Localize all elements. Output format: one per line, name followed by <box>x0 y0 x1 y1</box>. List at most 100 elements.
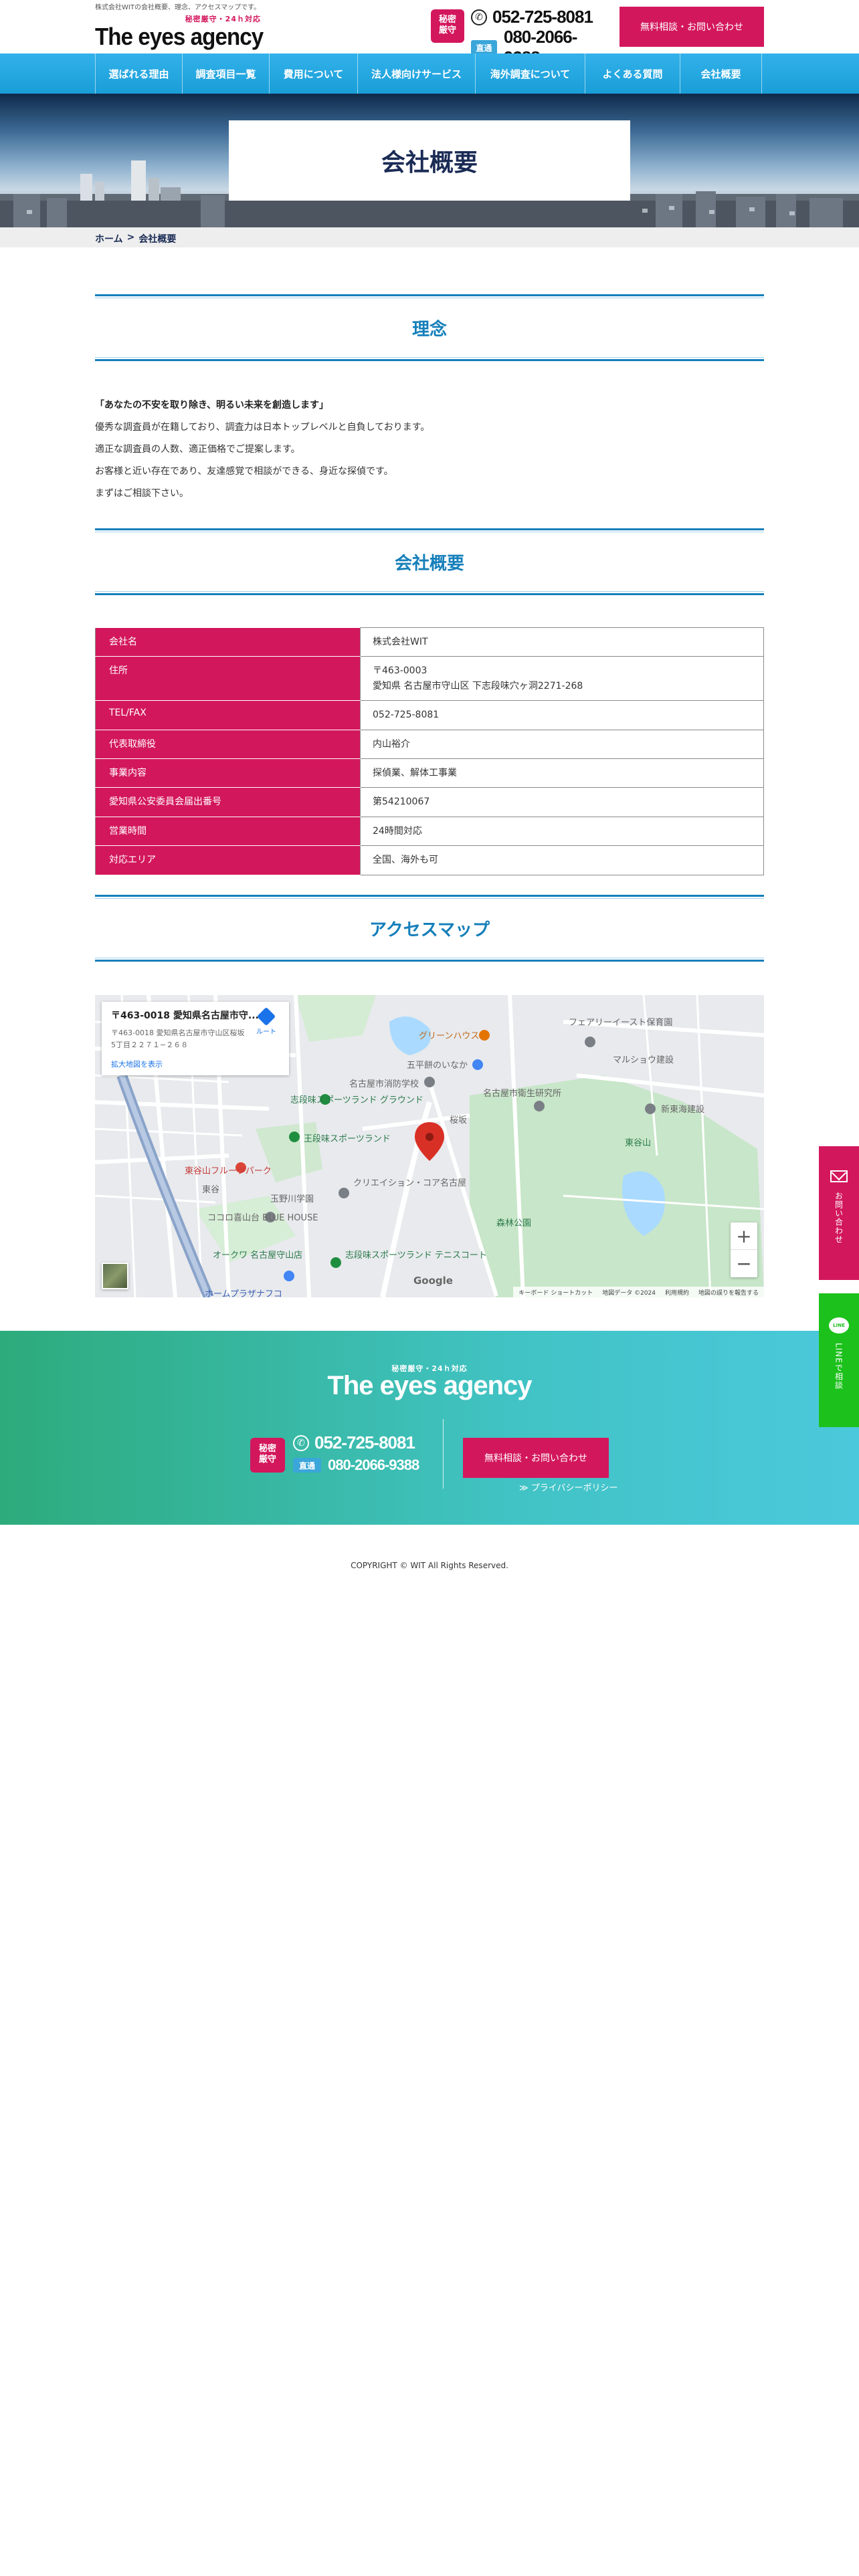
nav-item[interactable]: よくある質問 <box>585 53 680 94</box>
map-footer-text: 地図データ ©2024 <box>602 1290 656 1297</box>
breadcrumb-separator: > <box>126 232 135 243</box>
table-row: 対応エリア 全国、海外も可 <box>95 845 764 875</box>
map-label: グリーンハウス <box>419 1031 480 1041</box>
map-label: 志段味スポーツランド テニスコート <box>345 1251 487 1261</box>
footer-main-phone[interactable]: ✆ 052-725-8081 <box>293 1432 415 1453</box>
table-value: 第54210067 <box>360 787 764 817</box>
phone-icon: ✆ <box>293 1434 309 1451</box>
map-label: 東谷 <box>202 1185 220 1195</box>
line-icon: LINE <box>829 1317 849 1333</box>
footer-logo[interactable]: The eyes agency <box>0 1371 859 1401</box>
zoom-in-button[interactable]: + <box>731 1222 757 1250</box>
map-label: 東谷山フルーツパーク <box>185 1166 272 1176</box>
page-title: 会社概要 <box>381 149 478 177</box>
philosophy-text: 「あなたの不安を取り除き、明るい未来を創造します」 優秀な調査員が在籍しており、… <box>95 395 764 505</box>
nav-item[interactable]: 費用について <box>270 53 358 94</box>
table-row: 事業内容 探偵業、解体工事業 <box>95 758 764 788</box>
map-label: マルショウ建設 <box>613 1055 674 1065</box>
nav-item[interactable]: 会社概要 <box>680 53 762 94</box>
route-label: ルート <box>256 1029 276 1036</box>
footer-divider <box>443 1419 444 1489</box>
map-label: 五平餅のいなか <box>407 1061 468 1071</box>
footer-secret-badge-text: 秘密 厳守 <box>258 1444 276 1465</box>
table-key: 住所 <box>95 656 361 702</box>
table-value: 24時間対応 <box>360 816 764 847</box>
satellite-toggle[interactable] <box>102 1263 128 1289</box>
table-value: 全国、海外も可 <box>360 845 764 875</box>
route-icon <box>256 1006 276 1027</box>
footer-main-phone-number: 052-725-8081 <box>314 1432 415 1453</box>
table-value: 052-725-8081 <box>360 700 764 730</box>
logo-text: The eyes agency <box>95 23 264 50</box>
map-label: 王段味スポーツランド <box>304 1134 391 1144</box>
route-button[interactable]: ルート <box>254 1006 278 1036</box>
philosophy-line: 適正な調査員の人数、適正価格でご提案します。 <box>95 444 300 455</box>
nav-item[interactable]: 調査項目一覧 <box>183 53 270 94</box>
footer-contact-button[interactable]: 無料相談・お問い合わせ <box>463 1438 609 1478</box>
site-logo[interactable]: 秘密厳守・24ｈ対応 The eyes agency <box>95 11 264 51</box>
map-enlarge-link[interactable]: 拡大地図を表示 <box>111 1059 280 1069</box>
map-footer-link[interactable]: 地図の誤りを報告する <box>698 1288 759 1297</box>
footer-direct-phone-number: 080-2066-9388 <box>328 1457 419 1473</box>
header-phones: ✆ 052-725-8081 直通 080-2066-9388 <box>471 7 605 68</box>
footer-contact-band: 秘密厳守・24ｈ対応 The eyes agency 秘密 厳守 ✆ 052-7… <box>0 1331 859 1525</box>
hero-banner: 会社概要 <box>0 94 859 227</box>
nav-item[interactable]: 選ばれる理由 <box>96 53 183 94</box>
access-heading: アクセスマップ <box>95 895 764 962</box>
footer-direct-phone[interactable]: 直通 080-2066-9388 <box>293 1457 419 1474</box>
site-header: 株式会社WITの会社概要、理念、アクセスマップです。 秘密厳守・24ｈ対応 Th… <box>0 0 859 68</box>
table-value: 内山裕介 <box>360 729 764 759</box>
direct-badge: 直通 <box>471 40 497 55</box>
access-heading-text: アクセスマップ <box>369 920 490 940</box>
philosophy-heading: 理念 <box>95 294 764 361</box>
map-label: 玉野川学園 <box>270 1194 314 1204</box>
philosophy-lead: 「あなたの不安を取り除き、明るい未来を創造します」 <box>95 400 329 411</box>
table-row: 会社名 株式会社WIT <box>95 627 764 657</box>
map-label: 名古屋市衛生研究所 <box>483 1089 562 1099</box>
map-label: 桜坂 <box>450 1115 468 1125</box>
google-map[interactable]: 志段味スポーツランド グラウンド 王段味スポーツランド 名古屋市消防学校 名古屋… <box>95 995 764 1297</box>
philosophy-heading-text: 理念 <box>411 319 447 340</box>
secret-badge: 秘密 厳守 <box>431 9 464 43</box>
map-label: 森林公園 <box>496 1218 532 1228</box>
footer-phones: ✆ 052-725-8081 直通 080-2066-9388 <box>293 1432 440 1479</box>
side-line-tab[interactable]: LINE LINEで相談 <box>819 1293 859 1427</box>
privacy-policy-link[interactable]: ≫ プライバシーポリシー <box>519 1481 617 1493</box>
table-row: 代表取締役 内山裕介 <box>95 729 764 759</box>
company-heading: 会社概要 <box>95 528 764 595</box>
map-label: ココロ喜山台 BLUE HOUSE <box>207 1213 318 1223</box>
breadcrumb-home[interactable]: ホーム <box>95 232 123 245</box>
map-footer-link[interactable]: キーボード ショートカット <box>518 1288 593 1297</box>
map-footer-link[interactable]: 利用規約 <box>665 1288 689 1297</box>
zoom-controls: + − <box>731 1222 757 1277</box>
address-postal: 〒463-0003 <box>373 665 427 677</box>
table-key: 愛知県公安委員会届出番号 <box>95 787 361 817</box>
map-info-card: 〒463-0018 愛知県名古屋市守... 〒463-0018 愛知県名古屋市守… <box>102 1002 289 1075</box>
map-footer: キーボード ショートカット 地図データ ©2024 利用規約 地図の誤りを報告す… <box>513 1287 764 1297</box>
phone-icon: ✆ <box>471 9 487 25</box>
map-label: ホームプラザナフコ <box>205 1289 282 1297</box>
breadcrumb-current: 会社概要 <box>138 234 177 245</box>
contact-button[interactable]: 無料相談・お問い合わせ <box>619 7 764 47</box>
table-row: 愛知県公安委員会届出番号 第54210067 <box>95 787 764 817</box>
table-key: TEL/FAX <box>95 700 361 730</box>
main-phone[interactable]: ✆ 052-725-8081 <box>471 7 593 27</box>
map-label: オークワ 名古屋守山店 <box>213 1251 303 1261</box>
table-row: 住所 〒463-0003 愛知県 名古屋市守山区 下志段味穴ヶ洞2271-268 <box>95 656 764 702</box>
global-nav: 選ばれる理由 調査項目一覧 費用について 法人様向けサービス 海外調査について よくある質… <box>0 53 859 94</box>
nav-item[interactable]: 法人様向けサービス <box>358 53 476 94</box>
map-label: 東谷山 <box>625 1138 652 1148</box>
company-heading-text: 会社概要 <box>394 553 464 574</box>
table-value: 〒463-0003 愛知県 名古屋市守山区 下志段味穴ヶ洞2271-268 <box>360 656 764 702</box>
zoom-out-button[interactable]: − <box>731 1250 757 1277</box>
philosophy-line: まずはご相談下さい。 <box>95 488 189 499</box>
site-tagline: 株式会社WITの会社概要、理念、アクセスマップです。 <box>95 4 261 11</box>
map-label: 志段味スポーツランド グラウンド <box>290 1095 423 1105</box>
table-value: 株式会社WIT <box>360 627 764 657</box>
philosophy-line: お客様と近い存在であり、友達感覚で相談ができる、身近な探偵です。 <box>95 466 393 477</box>
table-row: 営業時間 24時間対応 <box>95 816 764 847</box>
nav-item[interactable]: 海外調査について <box>476 53 585 94</box>
side-contact-tab[interactable]: お問い合わせ <box>819 1146 859 1280</box>
footer-direct-badge: 直通 <box>293 1458 321 1473</box>
footer-secret-badge: 秘密 厳守 <box>250 1438 285 1473</box>
